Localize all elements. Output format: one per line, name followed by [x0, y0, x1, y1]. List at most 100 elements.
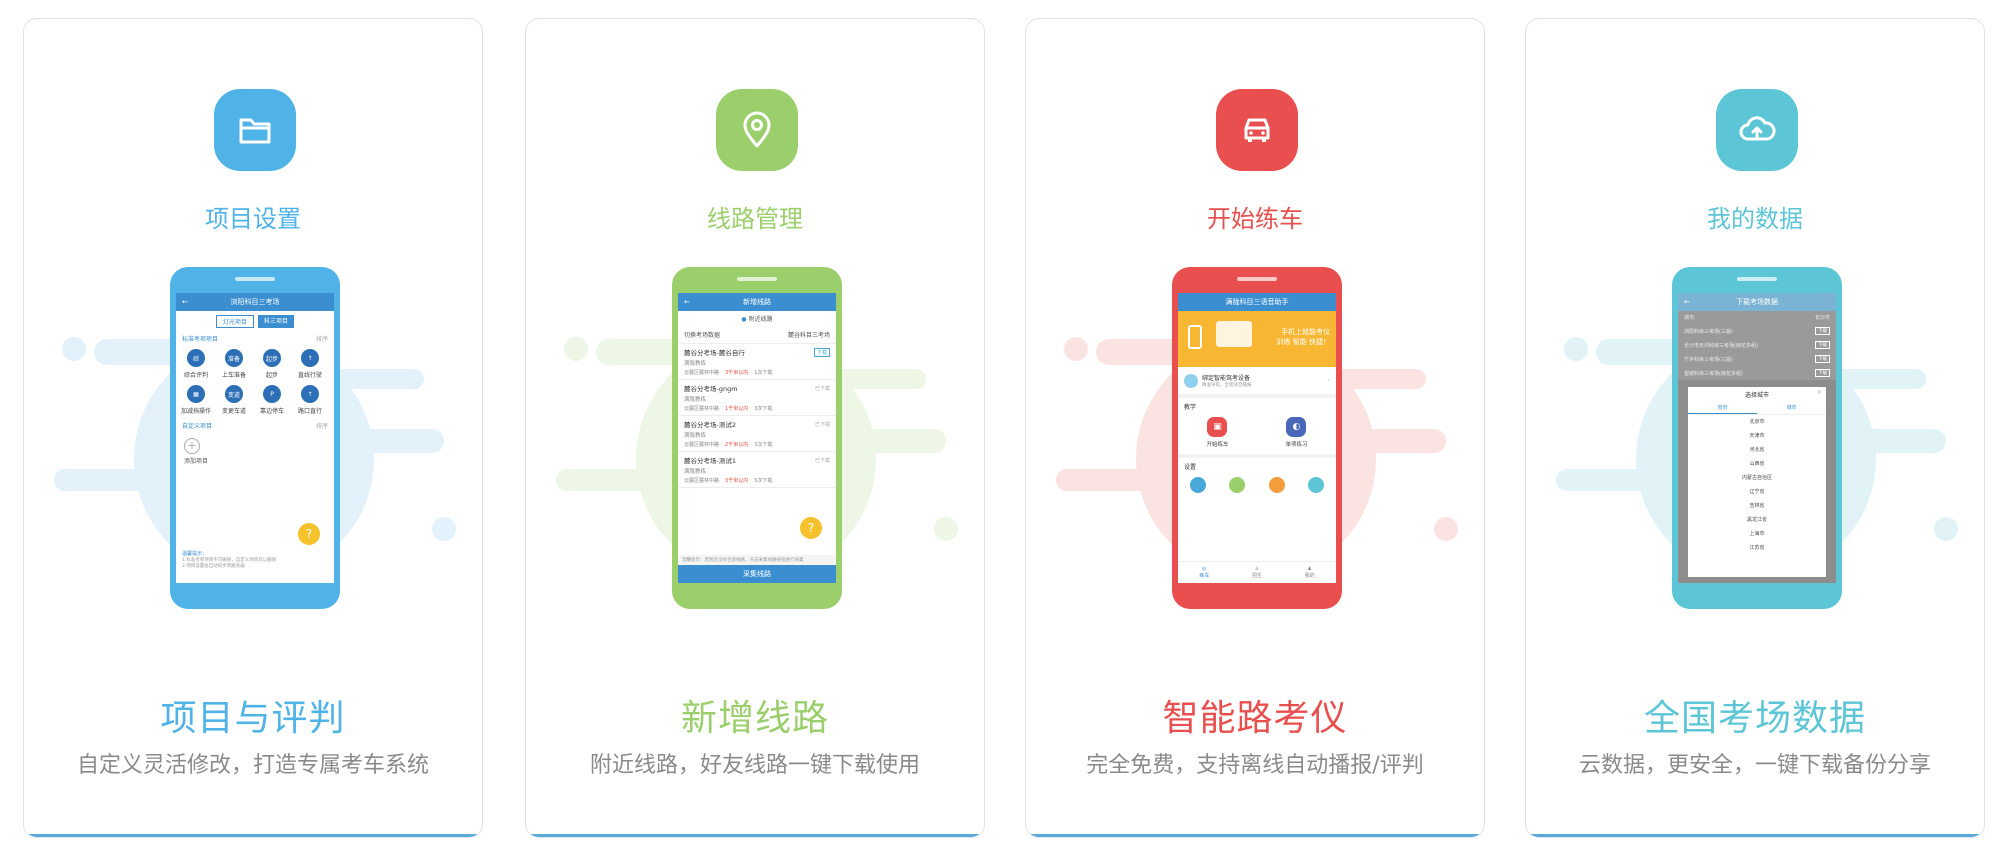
route-item[interactable]: 麓谷分考场-测试1 已下载 满陇教练 云麓区麓林中路 3千米以内 5次下载	[678, 452, 836, 488]
province-item[interactable]: 黑龙江省	[1688, 513, 1826, 527]
tab-city[interactable]: 城市	[1757, 402, 1826, 414]
start-practice-label: 开始练车	[1206, 442, 1229, 448]
teach-actions: ▣ 开始练车 ◐ 单项练习	[1178, 415, 1336, 458]
device-title: 绑定智能驾考设备	[1202, 375, 1251, 382]
help-icon[interactable]: ?	[298, 523, 320, 545]
download-button[interactable]: 下载	[1815, 327, 1830, 335]
promo-banner[interactable]: 手机上就能考仪 训练 智能 快捷！	[1178, 311, 1336, 367]
exam-site-row: 望城科目三考场(雨花多组)	[1684, 370, 1743, 377]
province-item[interactable]: 山西省	[1688, 457, 1826, 471]
tab-subject3[interactable]: 科三项目	[258, 315, 295, 328]
screen-title: 满陇科目三语音助手	[1225, 298, 1289, 306]
dialog-title: 选择城市	[1744, 392, 1769, 399]
exam-site-row: 宁乡科目三考场(三版)	[1684, 356, 1733, 363]
tab-mine[interactable]: ♟ 我的	[1305, 566, 1315, 579]
card-bottom-line	[1026, 834, 1484, 837]
city-select-dialog: 选择城市 × 省份 城市 北京市 天津市 河北省 山西省 内蒙古自治区 辽宁省 …	[1688, 387, 1826, 577]
grid-item[interactable]: 起步 起步	[254, 349, 290, 379]
tab-label: 招生	[1251, 573, 1262, 579]
bottom-tab-bar: ◎ 练车 ♙ 招生 ♟ 我的	[1178, 561, 1336, 583]
province-item[interactable]: 天津市	[1688, 429, 1826, 443]
dialog-tabs: 省份 城市	[1688, 402, 1826, 415]
route-downloads: 3次下载	[754, 442, 773, 448]
province-item[interactable]: 北京市	[1688, 415, 1826, 429]
route-distance: 3千米以内	[725, 478, 749, 484]
back-arrow-icon[interactable]: ←	[1684, 298, 1704, 306]
province-item[interactable]: 河北省	[1688, 443, 1826, 457]
switch-exam-site[interactable]: 切换考场数据 麓谷科目三考场	[678, 326, 836, 344]
collect-route-button[interactable]: 采集线路	[678, 565, 836, 583]
downloaded-label: 已下载	[814, 421, 830, 428]
folder-small-icon[interactable]	[1189, 477, 1206, 493]
city-value[interactable]: 长沙市	[1815, 314, 1830, 321]
device-icon	[1184, 373, 1198, 388]
screen-header: 满陇科目三语音助手	[1178, 293, 1336, 311]
screen-title: 下载考场数据	[1736, 298, 1778, 306]
grid-item[interactable]: ↑ 直线行驶	[292, 349, 328, 379]
tips-note: 温馨提示： 1.标准考项项目不可删除，自定义项目可以删除 2.项目设置会自动同步…	[182, 550, 330, 569]
location-small-icon[interactable]	[1229, 477, 1246, 493]
route-downloads: 3次下载	[754, 406, 773, 412]
route-address: 云麓区麓林中路	[684, 478, 720, 484]
downloaded-label: 已下载	[814, 385, 830, 392]
phone-speaker	[737, 277, 777, 281]
card-bottom-line	[1526, 834, 1984, 837]
grid-item[interactable]: ↑ 路口直行	[292, 385, 328, 415]
route-item[interactable]: 麓谷分考场-麓谷自行 下载 满陇教练 云麓区麓林中路 3千米以内 1次下载	[678, 344, 836, 380]
grid-item[interactable]: 综综合评判	[178, 349, 214, 379]
phone-graphic-icon	[1188, 325, 1202, 349]
exam-site-row: 长沙市天鸿科目三考场(雨花多组)	[1684, 342, 1758, 349]
back-arrow-icon[interactable]: ←	[684, 298, 704, 306]
tab-practice[interactable]: ◎ 练车	[1199, 566, 1209, 579]
province-item[interactable]: 江苏省	[1688, 541, 1826, 555]
feature-card-route-management: 线路管理 ← 新增线路 ● 附近线路 切换考场数据 麓谷科目三考场 麓谷分考场-…	[525, 18, 985, 838]
feature-subtitle: 完全免费，支持离线自动播报/评判	[1086, 753, 1424, 778]
province-item[interactable]: 上海市	[1688, 527, 1826, 541]
province-item[interactable]: 吉林省	[1688, 499, 1826, 513]
add-project-button[interactable]: + 添加项目	[176, 430, 334, 465]
single-practice-button[interactable]: ◐ 单项练习	[1285, 417, 1308, 448]
start-practice-button[interactable]: ▣ 开始练车	[1206, 417, 1229, 448]
tips-line: 2.项目设置会自动同步到服务器	[182, 564, 245, 569]
pin-icon: ●	[741, 316, 747, 323]
sort-button[interactable]: 排序	[316, 421, 328, 430]
tab-province[interactable]: 省份	[1688, 402, 1757, 414]
grid-item[interactable]: P 靠边停车	[254, 385, 290, 415]
province-item[interactable]: 内蒙古自治区	[1688, 471, 1826, 485]
feature-subtitle: 附近线路，好友线路一键下载使用	[589, 753, 920, 778]
download-button[interactable]: 下载	[1815, 341, 1830, 349]
top-title: 我的数据	[1707, 205, 1803, 233]
project-grid: 综综合评判 准备 上车准备 起步 起步 ↑ 直线行驶 ▦ 加减挡操作 变道 变更车道 P靠…	[176, 343, 334, 421]
cloud-small-icon[interactable]	[1308, 477, 1325, 493]
route-item[interactable]: 麓谷分考场-测试2 已下载 满陇教练 云麓区麓林中路 2千米以内 3次下载	[678, 416, 836, 452]
feature-card-my-data: 我的数据 ← 下载考场数据 城市: 长沙市 浏阳科目三考场(三版) 下载 长沙市天鸿…	[1525, 18, 1985, 838]
province-item[interactable]: 辽宁省	[1688, 485, 1826, 499]
tab-recruit[interactable]: ♙ 招生	[1252, 566, 1262, 579]
download-button[interactable]: 下载	[813, 347, 830, 357]
help-icon[interactable]: ?	[800, 517, 822, 539]
top-title: 项目设置	[205, 205, 301, 233]
single-practice-label: 单项练习	[1285, 442, 1308, 448]
tab-lights[interactable]: 灯光项目	[215, 315, 254, 328]
phone-screen: 满陇科目三语音助手 手机上就能考仪 训练 智能 快捷！ 绑定智能驾考设备 精准导…	[1178, 293, 1336, 583]
settings-icons	[1178, 475, 1336, 495]
route-item[interactable]: 麓谷分考场-gngm 已下载 满陇教练 云麓区麓林中路 1千米以内 3次下载	[678, 380, 836, 416]
grid-item[interactable]: 准备 上车准备	[216, 349, 252, 379]
download-button[interactable]: 下载	[1815, 355, 1830, 363]
section-custom: 自定义项目	[182, 423, 213, 430]
download-button[interactable]: 下载	[1815, 369, 1830, 377]
add-project-label: 添加项目	[184, 458, 209, 465]
grid-item[interactable]: 变道 变更车道	[216, 385, 252, 415]
grid-item[interactable]: ▦ 加减挡操作	[178, 385, 214, 415]
close-icon[interactable]: ×	[1817, 389, 1822, 396]
route-name: 麓谷分考场-测试2	[684, 421, 736, 429]
back-arrow-icon[interactable]: ←	[182, 298, 202, 306]
route-coach: 满陇教练	[684, 361, 707, 367]
feature-title: 智能路考仪	[1162, 698, 1348, 739]
location-pin-icon	[716, 89, 798, 171]
bind-device-row[interactable]: 绑定智能驾考设备 精准导航，全程语音播报 ›	[1178, 367, 1336, 398]
sort-button[interactable]: 排序	[316, 334, 328, 343]
section-teach: 教学	[1184, 404, 1197, 411]
gear-small-icon[interactable]	[1268, 477, 1285, 493]
route-name: 麓谷分考场-麓谷自行	[684, 349, 745, 357]
